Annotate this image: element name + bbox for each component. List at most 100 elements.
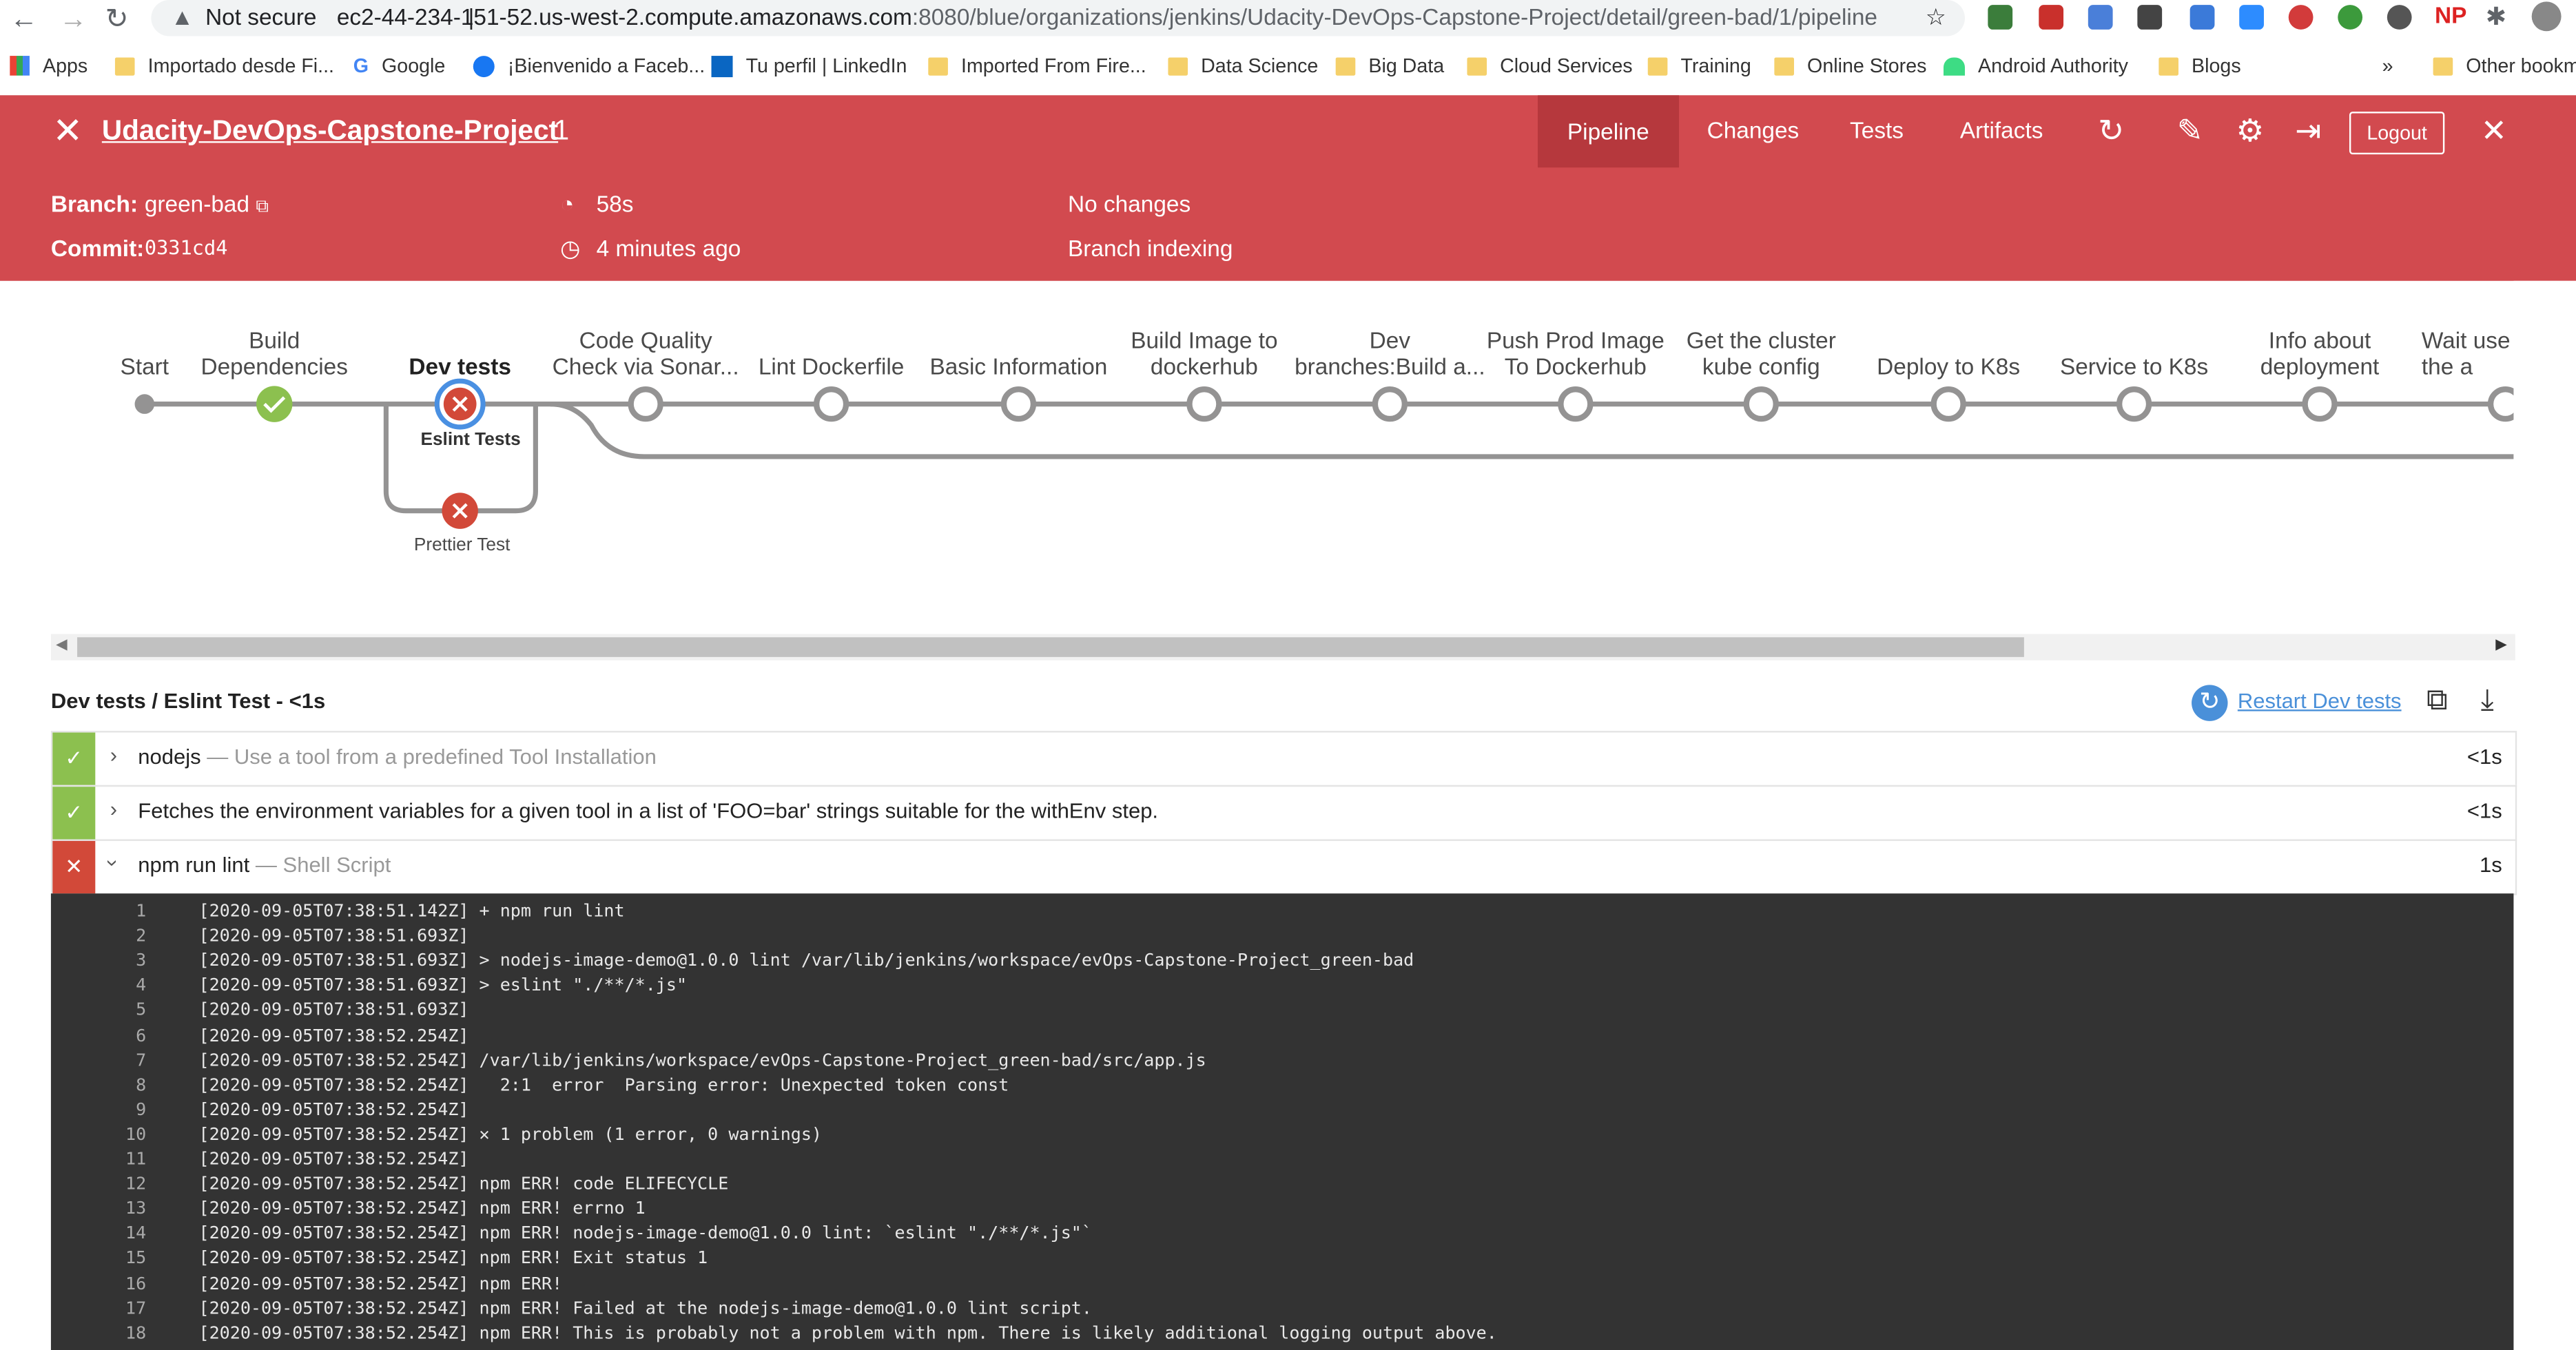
stage-label[interactable]: Code Quality Check via Sonar... (552, 327, 739, 380)
reload-icon[interactable]: ↻ (105, 3, 129, 37)
bookmarks-overflow[interactable]: » (2382, 54, 2393, 77)
extension-icon[interactable] (2137, 5, 2163, 30)
tab-changes[interactable]: Changes (1707, 116, 1800, 143)
stage-label[interactable]: Service to K8s (2043, 353, 2224, 380)
line-number[interactable]: 12 (51, 1174, 146, 1194)
stage-label[interactable]: Push Prod Image To Dockerhub (1485, 327, 1666, 380)
tab-artifacts[interactable]: Artifacts (1960, 116, 2043, 143)
restart-icon[interactable]: ↻ (2192, 685, 2228, 721)
step-row-expanded[interactable]: ✕ › npm run lint — Shell Script 1s (50, 839, 2517, 895)
stage-node-not-built[interactable] (2116, 386, 2152, 422)
bookmark-facebook[interactable]: ¡Bienvenido a Faceb... (473, 54, 705, 77)
extensions-puzzle-icon[interactable]: ✱ (2486, 1, 2506, 32)
scrollbar-thumb[interactable] (77, 637, 2024, 657)
stage-node-success[interactable] (256, 386, 293, 422)
stage-node-not-built[interactable] (628, 386, 663, 422)
translate-icon[interactable] (2088, 5, 2113, 30)
forward-icon[interactable]: → (59, 3, 87, 37)
parallel-branch-label[interactable]: Eslint Tests (420, 430, 520, 450)
stage-label[interactable]: Dev tests (378, 353, 542, 380)
back-icon[interactable]: ← (10, 3, 38, 37)
tab-pipeline[interactable]: Pipeline (1537, 95, 1679, 168)
restart-stage-link[interactable]: Restart Dev tests (2238, 688, 2402, 713)
stage-node-not-built[interactable] (1186, 386, 1222, 422)
rerun-icon[interactable]: ↻ (2098, 114, 2124, 152)
logout-button[interactable]: Logout (2349, 112, 2445, 155)
line-number[interactable]: 13 (51, 1199, 146, 1219)
line-number[interactable]: 3 (51, 951, 146, 971)
line-number[interactable]: 7 (51, 1050, 146, 1070)
bookmark-folder[interactable]: Big Data (1335, 54, 1444, 77)
chevron-right-icon[interactable]: › (110, 742, 117, 767)
star-icon[interactable]: ☆ (1926, 3, 1946, 32)
scroll-left-icon[interactable]: ◀ (56, 636, 68, 654)
bookmark-other[interactable]: Other bookm (2433, 54, 2576, 77)
stage-label[interactable]: Build Image to dockerhub (1122, 327, 1286, 380)
pipeline-title[interactable]: Udacity-DevOps-Capstone-Project (102, 115, 558, 148)
line-number[interactable]: 4 (51, 976, 146, 996)
tab-tests[interactable]: Tests (1850, 116, 1904, 143)
extension-icon[interactable] (1988, 5, 2013, 30)
step-row[interactable]: ✓ › nodejs — Use a tool from a predefine… (50, 731, 2517, 787)
stage-label[interactable]: Deploy to K8s (1858, 353, 2039, 380)
address-bar[interactable]: ▲ Not secure | ec2-44-234-151-52.us-west… (151, 0, 1965, 37)
zoom-icon[interactable] (2239, 5, 2264, 30)
stage-node-not-built[interactable] (1372, 386, 1408, 422)
commit-value[interactable]: 0331cd4 (145, 236, 228, 259)
chevron-right-icon[interactable]: › (110, 797, 117, 822)
step-row[interactable]: ✓ › Fetches the environment variables fo… (50, 785, 2517, 841)
extension-icon[interactable] (2338, 5, 2363, 30)
line-number[interactable]: 5 (51, 1001, 146, 1021)
line-number[interactable]: 9 (51, 1100, 146, 1120)
edit-icon[interactable]: ✎ (2177, 114, 2203, 152)
open-external-icon[interactable]: ⧉ (2426, 683, 2448, 718)
line-number[interactable]: 14 (51, 1224, 146, 1244)
bookmark-google[interactable]: G Google (353, 54, 446, 77)
extension-icon[interactable] (2288, 5, 2314, 30)
bookmark-android[interactable]: Android Authority (1943, 54, 2128, 77)
stage-label[interactable]: Dev branches:Build a... (1291, 327, 1488, 380)
extension-icon[interactable] (2039, 5, 2064, 30)
line-number[interactable]: 2 (51, 926, 146, 946)
stage-node-not-built[interactable] (2302, 386, 2338, 422)
stage-node-not-built[interactable] (1930, 386, 1966, 422)
bookmark-folder[interactable]: Online Stores (1774, 54, 1926, 77)
bookmark-folder[interactable]: Cloud Services (1467, 54, 1633, 77)
bookmark-linkedin[interactable]: Tu perfil | LinkedIn (711, 54, 907, 77)
extension-np-icon[interactable]: NP (2435, 1, 2466, 28)
settings-gear-icon[interactable]: ⚙ (2236, 114, 2264, 152)
bookmark-folder[interactable]: Data Science (1168, 54, 1318, 77)
stage-label[interactable]: Lint Dockerfile (733, 353, 930, 380)
bookmark-apps[interactable]: Apps (10, 54, 87, 77)
stage-label[interactable]: Info about deployment (2246, 327, 2394, 380)
stage-node-not-built[interactable] (1743, 386, 1779, 422)
console-log[interactable]: 1 [2020-09-05T07:38:51.142Z] + npm run li… (50, 893, 2514, 1350)
bookmark-folder[interactable]: Training (1647, 54, 1751, 77)
stage-node-not-built[interactable] (813, 386, 849, 422)
bookmark-folder[interactable]: Importado desde Fi... (114, 54, 334, 77)
bookmark-folder[interactable]: Blogs (2158, 54, 2241, 77)
stage-node-failed[interactable] (442, 492, 478, 529)
url-text[interactable]: ec2-44-234-151-52.us-west-2.compute.amaz… (337, 3, 1877, 30)
line-number[interactable]: 16 (51, 1274, 146, 1294)
profile-avatar[interactable] (2531, 1, 2562, 32)
line-number[interactable]: 6 (51, 1026, 146, 1046)
line-number[interactable]: 10 (51, 1125, 146, 1145)
close-icon[interactable]: ✕ (52, 110, 83, 153)
parallel-branch-label[interactable]: Prettier Test (414, 535, 510, 555)
line-number[interactable]: 8 (51, 1075, 146, 1095)
download-icon[interactable]: ⤓ (2481, 683, 2494, 718)
stage-label[interactable]: Get the cluster kube config (1671, 327, 1851, 380)
stage-label[interactable]: Build Dependencies (192, 327, 356, 380)
stage-node-not-built[interactable] (1000, 386, 1037, 422)
classic-view-icon[interactable]: ⇥ (2295, 114, 2321, 152)
stage-node-not-built[interactable] (1558, 386, 1594, 422)
line-number[interactable]: 17 (51, 1298, 146, 1318)
close-icon[interactable]: ✕ (2481, 114, 2507, 152)
line-number[interactable]: 11 (51, 1150, 146, 1170)
extension-icon[interactable] (2189, 5, 2215, 30)
line-number[interactable]: 18 (51, 1323, 146, 1343)
line-number[interactable]: 15 (51, 1249, 146, 1269)
stage-node-failed-selected[interactable] (434, 378, 486, 430)
chevron-down-icon[interactable]: › (101, 860, 126, 866)
